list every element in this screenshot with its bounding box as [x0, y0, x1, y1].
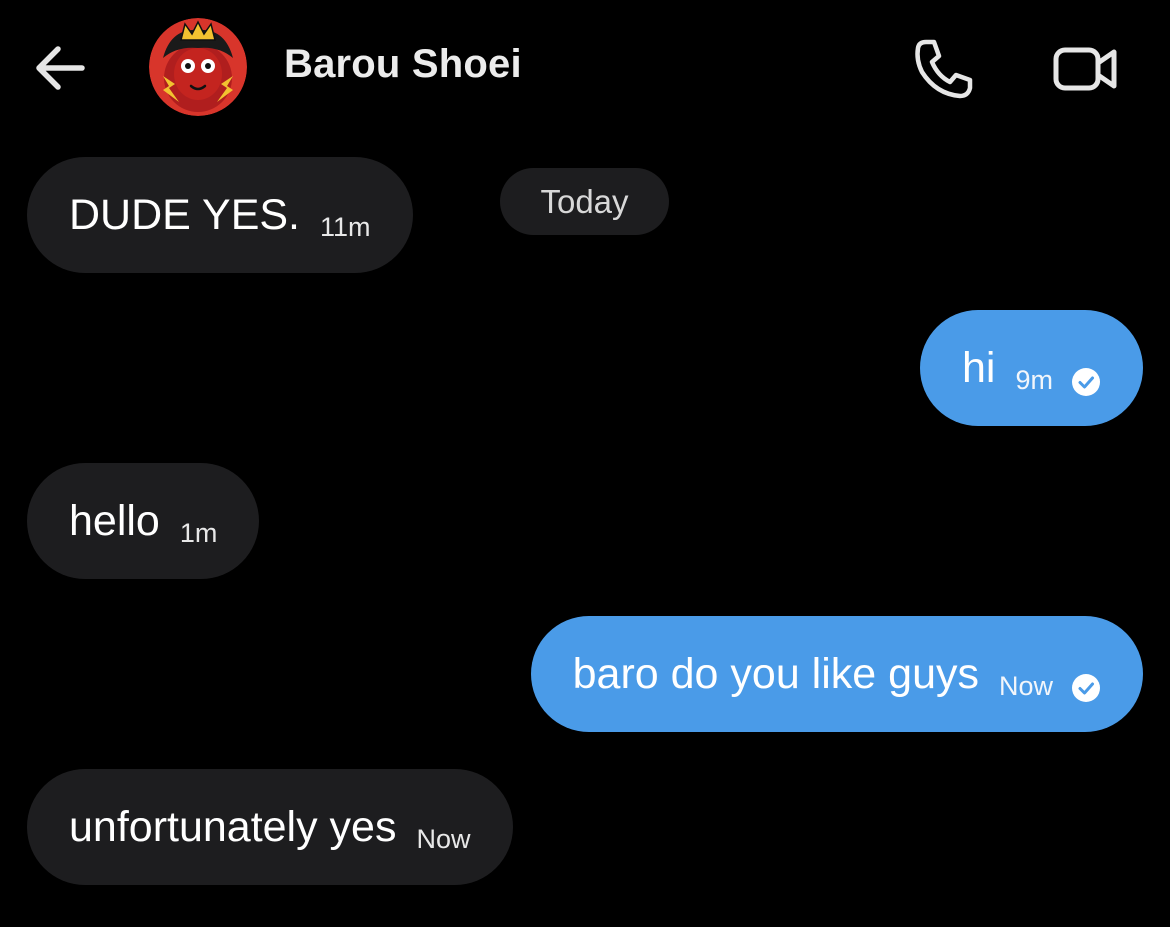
video-camera-icon	[1053, 47, 1117, 91]
message-text: DUDE YES.	[69, 190, 300, 239]
message-time: 9m	[1015, 364, 1053, 395]
avatar-image	[149, 18, 247, 116]
message-bubble-outgoing[interactable]: hi 9m	[920, 310, 1143, 426]
voice-call-button[interactable]	[906, 34, 978, 102]
arrow-left-icon	[36, 46, 85, 90]
contact-name[interactable]: Barou Shoei	[284, 42, 522, 87]
message-bubble-outgoing[interactable]: baro do you like guys Now	[530, 616, 1143, 732]
message-time: Now	[416, 823, 471, 854]
chat-header: Barou Shoei	[0, 0, 1170, 135]
phone-icon	[915, 39, 973, 99]
message-time: 11m	[320, 211, 371, 242]
video-call-button[interactable]	[1048, 38, 1124, 98]
read-check-icon	[1072, 368, 1100, 396]
message-time: Now	[998, 670, 1053, 701]
message-bubble-incoming[interactable]: hello 1m	[27, 463, 260, 579]
read-check-icon	[1072, 674, 1100, 702]
message-bubble-incoming[interactable]: unfortunately yes Now	[27, 769, 513, 885]
chat-screen: Barou Shoei Today DUDE YES. 11m hi 9m he…	[0, 0, 1170, 927]
message-text: unfortunately yes	[69, 802, 397, 851]
avatar[interactable]	[149, 18, 247, 116]
message-text: baro do you like guys	[572, 649, 979, 698]
back-button[interactable]	[28, 36, 92, 100]
message-time: 1m	[179, 517, 218, 548]
message-text: hi	[962, 343, 996, 392]
message-bubble-incoming[interactable]: DUDE YES. 11m	[27, 157, 413, 273]
message-text: hello	[69, 496, 160, 545]
date-separator: Today	[500, 168, 669, 235]
